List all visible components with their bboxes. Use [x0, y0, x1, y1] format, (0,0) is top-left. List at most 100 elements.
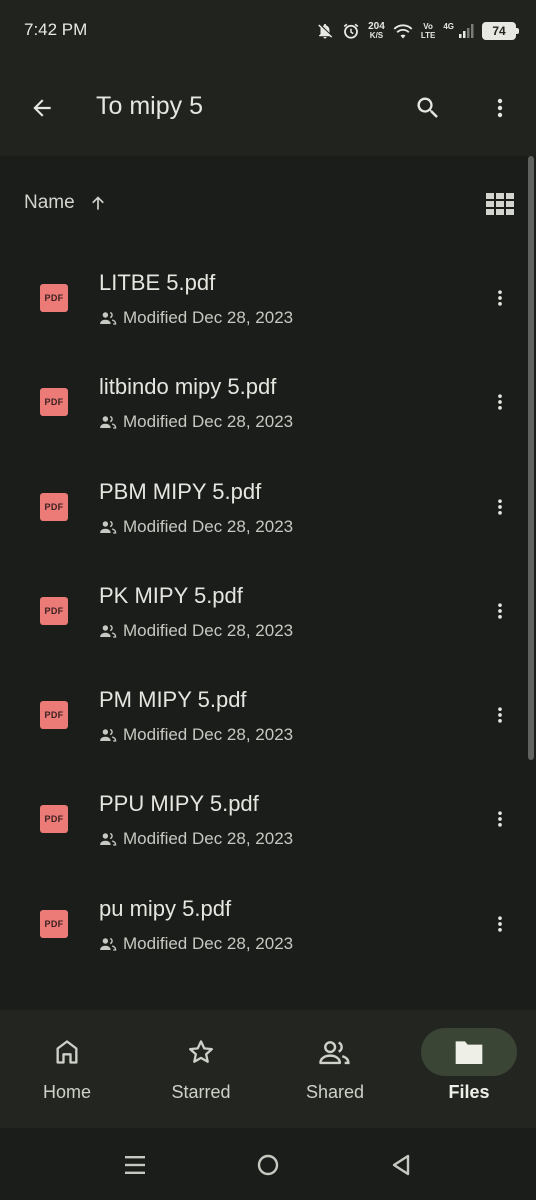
nav-files-icon-wrap: [421, 1028, 517, 1076]
shared-people-icon: [100, 729, 117, 742]
pdf-badge-label: PDF: [44, 814, 64, 825]
file-meta: Modified Dec 28, 2023: [99, 412, 293, 432]
pdf-badge-label: PDF: [44, 293, 64, 303]
nav-files-label: Files: [448, 1082, 490, 1102]
nav-home[interactable]: Home: [0, 1010, 134, 1128]
file-meta: Modified Dec 28, 2023: [99, 308, 293, 328]
nav-home-icon-wrap: [19, 1028, 115, 1076]
file-row[interactable]: PDF PK MIPY 5.pdf Modified Dec 28, 2023: [0, 559, 536, 663]
pdf-file-icon: PDF: [40, 284, 68, 312]
system-home-button[interactable]: [253, 1150, 283, 1180]
file-modified-date: Modified Dec 28, 2023: [123, 829, 294, 849]
file-list: PDF LITBE 5.pdf Modified Dec 28, 2023 PDF li…: [0, 246, 536, 976]
home-icon: [56, 1040, 78, 1064]
file-name: litbindo mipy 5.pdf: [99, 374, 277, 400]
status-icons: 204 K/S Vo LTE 4G 74: [316, 17, 519, 45]
nav-starred[interactable]: Starred: [134, 1010, 268, 1128]
home-circle-icon: [257, 1154, 279, 1176]
file-more-button[interactable]: [478, 589, 522, 633]
pdf-badge-label: PDF: [44, 918, 64, 929]
network-type: 4G: [443, 21, 454, 31]
grid-view-icon: [486, 193, 514, 215]
file-name: PM MIPY 5.pdf: [99, 687, 247, 713]
file-meta: Modified Dec 28, 2023: [99, 725, 293, 745]
net-speed: 204 K/S: [368, 22, 385, 41]
more-vert-icon: [498, 811, 502, 828]
more-vert-icon: [498, 290, 502, 306]
file-more-button[interactable]: [478, 693, 522, 737]
system-nav: [0, 1128, 536, 1200]
back-triangle-icon: [392, 1154, 410, 1176]
pdf-file-icon: PDF: [40, 909, 68, 938]
file-meta: Modified Dec 28, 2023: [99, 621, 293, 641]
more-vert-icon: [498, 707, 502, 723]
file-meta: Modified Dec 28, 2023: [99, 829, 293, 849]
star-icon: [189, 1040, 213, 1063]
nav-shared-icon-wrap: [287, 1028, 383, 1076]
file-modified-date: Modified Dec 28, 2023: [123, 725, 294, 745]
top-area: 7:42 PM 204 K/S Vo LTE 4G 74 To mipy 5: [0, 0, 536, 156]
status-time: 7:42 PM: [24, 20, 88, 39]
signal-icon: [458, 23, 474, 39]
more-vert-icon: [497, 98, 503, 118]
file-modified-date: Modified Dec 28, 2023: [123, 308, 294, 327]
file-name: PK MIPY 5.pdf: [99, 582, 243, 608]
search-icon: [417, 97, 438, 118]
pdf-file-icon: PDF: [40, 805, 68, 834]
recents-button[interactable]: [120, 1150, 150, 1180]
nav-shared[interactable]: Shared: [268, 1010, 402, 1128]
file-more-button[interactable]: [478, 485, 522, 529]
shared-icon: [319, 1041, 350, 1065]
back-button[interactable]: [18, 84, 66, 132]
file-modified-date: Modified Dec 28, 2023: [123, 933, 294, 953]
app-bar: To mipy 5: [0, 60, 536, 156]
file-row[interactable]: PDF PM MIPY 5.pdf Modified Dec 28, 2023: [0, 663, 536, 767]
file-row[interactable]: PDF litbindo mipy 5.pdf Modified Dec 28, 2…: [0, 350, 536, 454]
shared-people-icon: [100, 937, 117, 951]
pdf-file-icon: PDF: [40, 596, 68, 625]
scrollbar[interactable]: [528, 156, 534, 760]
file-more-button[interactable]: [478, 797, 522, 841]
file-row[interactable]: PDF pu mipy 5.pdf Modified Dec 28, 2023: [0, 872, 536, 976]
file-meta: Modified Dec 28, 2023: [99, 934, 293, 954]
arrow-up-icon[interactable]: [88, 191, 108, 215]
more-options-button[interactable]: [476, 84, 524, 132]
pdf-badge-label: PDF: [44, 397, 64, 408]
file-more-button[interactable]: [478, 380, 522, 424]
bell-off-icon: [316, 22, 334, 40]
pdf-badge-label: PDF: [44, 710, 64, 721]
battery-level: 74: [492, 24, 506, 38]
pdf-file-icon: PDF: [40, 388, 68, 417]
nav-files[interactable]: Files: [402, 1010, 536, 1128]
more-vert-icon: [498, 394, 502, 410]
net-speed-unit: K/S: [369, 31, 384, 40]
alarm-icon: [342, 22, 360, 40]
nav-home-label: Home: [42, 1082, 91, 1102]
system-back-button[interactable]: [386, 1150, 416, 1180]
sort-by-name-button[interactable]: Name: [24, 192, 75, 214]
volte-bottom: LTE: [420, 31, 436, 40]
file-name: LITBE 5.pdf: [99, 270, 216, 295]
bottom-nav: Home Starred Shared Files: [0, 1010, 536, 1128]
nav-shared-label: Shared: [305, 1082, 365, 1102]
file-modified-date: Modified Dec 28, 2023: [123, 620, 294, 640]
more-vert-icon: [498, 498, 502, 515]
search-button[interactable]: [404, 84, 452, 132]
file-row[interactable]: PDF LITBE 5.pdf Modified Dec 28, 2023: [0, 246, 536, 350]
wifi-icon: [393, 23, 413, 39]
file-meta: Modified Dec 28, 2023: [99, 517, 293, 537]
file-more-button[interactable]: [478, 902, 522, 946]
nav-starred-label: Starred: [171, 1082, 231, 1102]
folder-icon: [455, 1041, 483, 1064]
battery-icon: 74: [482, 22, 519, 40]
file-row[interactable]: PDF PBM MIPY 5.pdf Modified Dec 28, 2023: [0, 455, 536, 559]
volte-indicator: Vo LTE: [421, 22, 436, 40]
pdf-badge-label: PDF: [44, 605, 64, 616]
pdf-file-icon: PDF: [40, 492, 68, 521]
more-vert-icon: [498, 603, 502, 619]
more-vert-icon: [498, 916, 502, 932]
grid-view-button[interactable]: [478, 184, 522, 224]
file-modified-date: Modified Dec 28, 2023: [123, 516, 294, 536]
file-row[interactable]: PDF PPU MIPY 5.pdf Modified Dec 28, 2023: [0, 767, 536, 871]
file-more-button[interactable]: [478, 276, 522, 320]
